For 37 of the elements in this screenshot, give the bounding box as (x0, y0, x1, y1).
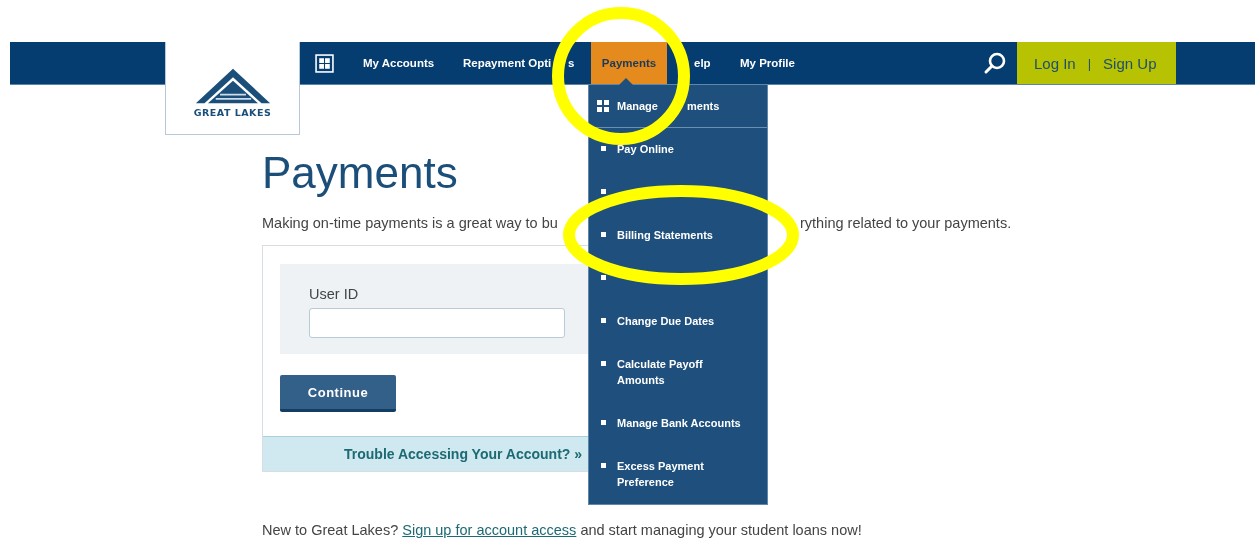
user-id-field[interactable] (309, 308, 565, 338)
bullet-icon (601, 146, 606, 151)
nav-tab[interactable]: My Accounts (363, 42, 463, 84)
menu-item[interactable]: Manage Bank Accounts (617, 415, 747, 431)
intro-text: Making on-time payments is a great way to bu (262, 215, 558, 231)
signup-link[interactable]: Sign Up (1103, 54, 1157, 72)
menu-item[interactable]: Excess Payment Preference (617, 458, 747, 490)
bullet-icon (601, 275, 606, 280)
signup-link[interactable]: Sign up for account access (402, 522, 577, 538)
bullet-icon (601, 189, 606, 194)
bullet-icon (601, 232, 606, 237)
nav-tab[interactable]: Repayment Opti s (463, 42, 591, 84)
login-link[interactable]: Log In (1034, 54, 1076, 72)
intro-text: rything related to your payments. (800, 215, 1012, 231)
bullet-icon (601, 318, 606, 323)
nav-tab[interactable]: elp (667, 42, 740, 84)
search-icon[interactable] (983, 51, 1007, 75)
menu-item[interactable]: Pay Online (617, 141, 747, 157)
trouble-link[interactable]: Trouble Accessing Your Account? » (344, 446, 583, 462)
logo-text: GREAT LAKES (193, 106, 272, 118)
menu-item[interactable]: Billing Statements (617, 227, 747, 243)
bullet-icon (601, 420, 606, 425)
field-label: User ID (309, 286, 360, 302)
menu-item[interactable]: Change Due Dates (617, 313, 747, 329)
page-title: Payments (262, 148, 458, 198)
nav-tab[interactable]: Payments (591, 42, 667, 84)
bullet-icon (601, 361, 606, 366)
continue-button[interactable]: Continue (280, 375, 396, 412)
logo-card[interactable]: GREAT LAKES (165, 42, 300, 135)
menu-item[interactable]: Calculate Payoff Amounts (617, 356, 747, 388)
nav-tab[interactable]: My Profile (740, 42, 810, 84)
grid-menu-icon[interactable] (315, 53, 334, 73)
grid-icon (597, 100, 609, 112)
separator: | (1087, 55, 1092, 71)
menu-header-item[interactable]: Manage ments (589, 85, 767, 128)
bullet-icon (601, 463, 606, 468)
signup-note: New to Great Lakes? Sign up for account access and start managing your student loans now! (262, 522, 862, 538)
